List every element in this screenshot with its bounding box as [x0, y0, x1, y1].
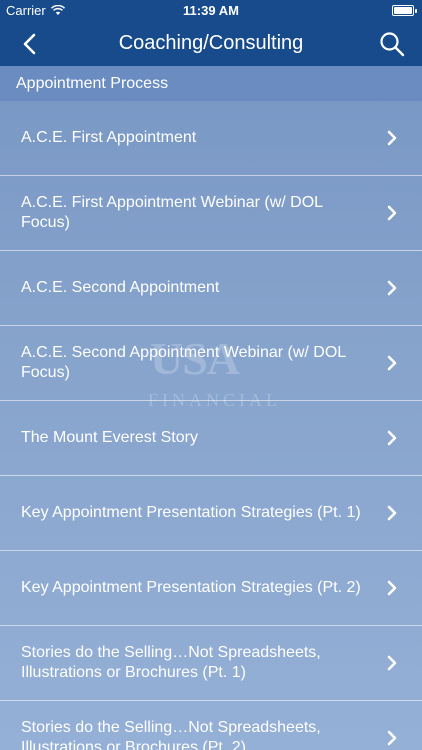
appointment-list: A.C.E. First Appointment A.C.E. First Ap… — [0, 101, 422, 750]
search-icon[interactable] — [378, 30, 406, 58]
status-bar: Carrier 11:39 AM — [0, 0, 422, 22]
list-item-label: A.C.E. Second Appointment — [21, 279, 220, 296]
chevron-right-icon — [387, 655, 397, 671]
page-title: Coaching/Consulting — [118, 32, 304, 54]
list-item-label: A.C.E. First Appointment Webinar (w/ DOL… — [21, 194, 323, 231]
chevron-right-icon — [387, 580, 397, 596]
section-header: Appointment Process — [0, 66, 422, 101]
chevron-right-icon — [387, 730, 397, 746]
list-item[interactable]: Stories do the Selling…Not Spreadsheets,… — [0, 626, 422, 701]
section-title: Appointment Process — [16, 75, 169, 92]
list-item[interactable]: Stories do the Selling…Not Spreadsheets,… — [0, 701, 422, 750]
chevron-right-icon — [387, 205, 397, 221]
screen: Carrier 11:39 AM Coaching/Consulting App… — [0, 0, 422, 750]
list-item-label: Key Appointment Presentation Strategies … — [21, 504, 361, 521]
navigation-bar: Coaching/Consulting — [0, 22, 422, 66]
chevron-right-icon — [387, 280, 397, 296]
list-item[interactable]: Key Appointment Presentation Strategies … — [0, 476, 422, 551]
list-item-label: A.C.E. First Appointment — [21, 129, 197, 146]
list-item-label: Key Appointment Presentation Strategies … — [21, 579, 361, 596]
battery-icon — [392, 5, 417, 16]
list-item-label: The Mount Everest Story — [21, 429, 198, 446]
status-time: 11:39 AM — [183, 3, 239, 18]
list-item[interactable]: A.C.E. Second Appointment — [0, 251, 422, 326]
chevron-right-icon — [387, 430, 397, 446]
chevron-right-icon — [387, 130, 397, 146]
list-item[interactable]: A.C.E. Second Appointment Webinar (w/ DO… — [0, 326, 422, 401]
list-item[interactable]: Key Appointment Presentation Strategies … — [0, 551, 422, 626]
list-item-label: Stories do the Selling…Not Spreadsheets,… — [21, 644, 321, 681]
list-item[interactable]: A.C.E. First Appointment Webinar (w/ DOL… — [0, 176, 422, 251]
chevron-right-icon — [387, 505, 397, 521]
list-item-label: A.C.E. Second Appointment Webinar (w/ DO… — [21, 344, 346, 381]
chevron-right-icon — [387, 355, 397, 371]
list-item-label: Stories do the Selling…Not Spreadsheets,… — [21, 719, 321, 750]
list-item[interactable]: A.C.E. First Appointment — [0, 101, 422, 176]
list-item[interactable]: The Mount Everest Story — [0, 401, 422, 476]
